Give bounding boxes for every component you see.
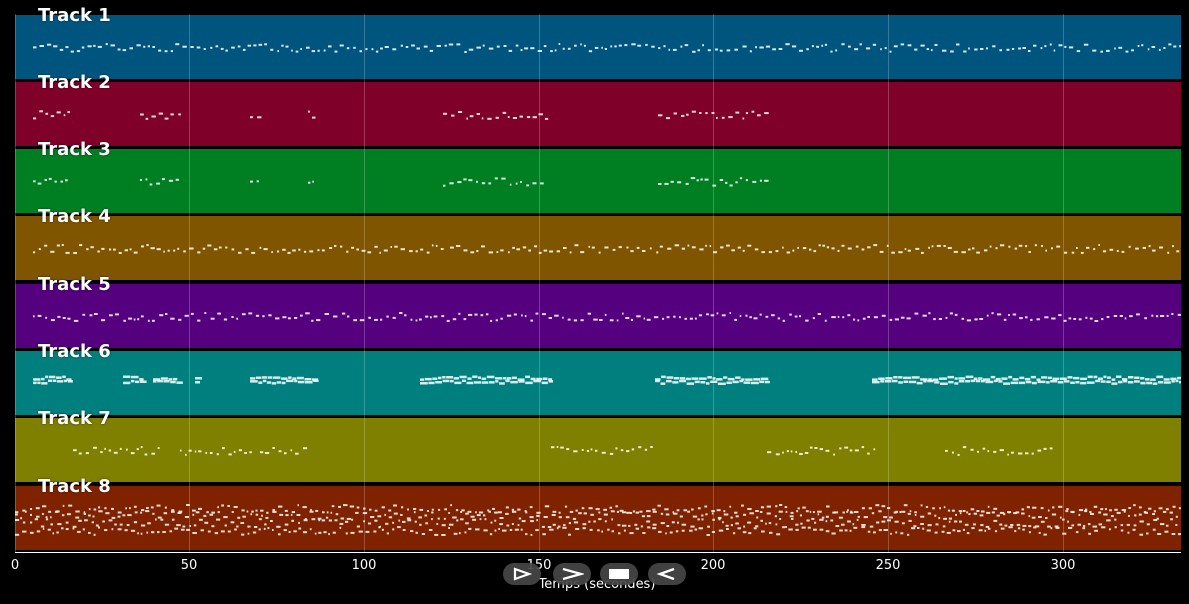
track-title: Track 5	[38, 274, 111, 295]
track-title: Track 3	[38, 139, 111, 160]
play-button[interactable]	[503, 563, 541, 585]
track-title: Track 4	[38, 206, 111, 227]
track-title: Track 1	[38, 5, 111, 26]
grid-line	[364, 14, 365, 552]
grid-line	[713, 14, 714, 552]
grid-line	[539, 14, 540, 552]
track-title: Track 6	[38, 341, 111, 362]
grid-line	[15, 14, 16, 552]
grid-line	[189, 14, 190, 552]
time-axis	[15, 552, 1181, 553]
track-area: Track 1 Track 2 Track 3 Track 4 Track 5 Track…	[0, 0, 1189, 604]
stop-icon	[609, 569, 629, 579]
back-button[interactable]	[648, 563, 686, 585]
back-icon	[656, 567, 675, 581]
tick-label: 50	[180, 558, 198, 573]
grid-line	[888, 14, 889, 552]
track-title: Track 2	[38, 72, 111, 93]
stop-button[interactable]	[600, 563, 638, 585]
tick-label: 300	[1050, 558, 1076, 573]
track-title: Track 8	[38, 476, 111, 497]
tick-label: 100	[351, 558, 377, 573]
tick-label: 0	[10, 558, 20, 573]
chevron-right-icon	[562, 567, 584, 581]
grid-line	[1063, 14, 1064, 552]
play-outline-icon	[513, 567, 533, 581]
track-title: Track 7	[38, 408, 111, 429]
tick-label: 200	[700, 558, 726, 573]
tick-label: 250	[875, 558, 901, 573]
forward-button[interactable]	[553, 563, 591, 585]
